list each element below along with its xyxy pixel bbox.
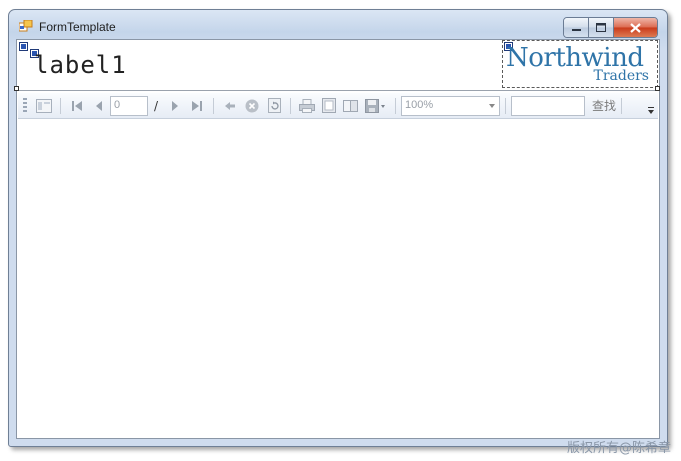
minimize-icon (571, 28, 581, 31)
form-window: FormTemplate label1 Northwind Traders 0 … (8, 9, 668, 447)
logo-sub-text: Traders (593, 68, 649, 84)
window-controls (563, 17, 658, 38)
find-button[interactable]: 查找 (592, 97, 616, 114)
form-client-area: label1 Northwind Traders 0 / 100% 查找 (14, 39, 660, 439)
report-header-panel[interactable]: label1 Northwind Traders (14, 40, 660, 91)
toolbar-separator (213, 97, 215, 114)
stop-icon[interactable] (244, 98, 260, 114)
page-separator: / (154, 98, 159, 113)
form-app-icon (19, 20, 33, 32)
document-map-icon[interactable] (36, 98, 52, 114)
toolbar-separator (505, 97, 507, 114)
minimize-button[interactable] (564, 18, 589, 37)
close-button[interactable] (614, 18, 657, 37)
zoom-value: 100% (405, 98, 434, 111)
refresh-icon[interactable] (266, 98, 282, 114)
last-page-icon[interactable] (189, 98, 205, 114)
toolbar-grip[interactable] (23, 97, 27, 114)
zoom-dropdown[interactable]: 100% (401, 95, 501, 116)
page-setup-icon[interactable] (343, 98, 359, 114)
first-page-icon[interactable] (69, 98, 85, 114)
print-layout-icon[interactable] (321, 98, 337, 114)
toolbar-separator (395, 97, 397, 114)
window-title: FormTemplate (39, 20, 116, 34)
report-viewer-toolbar: 0 / 100% 查找 (18, 93, 658, 119)
back-icon[interactable] (222, 98, 238, 114)
panel-anchor-icon[interactable] (19, 42, 28, 51)
resize-handle[interactable] (14, 86, 19, 91)
maximize-icon (596, 23, 606, 32)
report-viewer-content[interactable] (17, 120, 659, 438)
print-icon[interactable] (299, 98, 316, 114)
find-text-input[interactable] (511, 95, 586, 116)
toolbar-overflow-icon[interactable] (647, 107, 655, 115)
toolbar-separator (60, 97, 61, 114)
copyright-watermark: 版权所有@陈希章 (566, 441, 671, 456)
northwind-logo-picturebox[interactable]: Northwind Traders (502, 40, 658, 88)
toolbar-separator (290, 97, 292, 114)
next-page-icon[interactable] (167, 98, 183, 114)
current-page-input[interactable]: 0 (110, 95, 148, 116)
chevron-down-icon (489, 103, 496, 108)
label1[interactable]: label1 (34, 51, 127, 79)
resize-handle[interactable] (655, 86, 660, 91)
export-save-icon[interactable] (365, 98, 387, 114)
previous-page-icon[interactable] (91, 98, 107, 114)
maximize-button[interactable] (589, 18, 614, 37)
close-icon (630, 22, 641, 33)
toolbar-separator (621, 97, 623, 114)
